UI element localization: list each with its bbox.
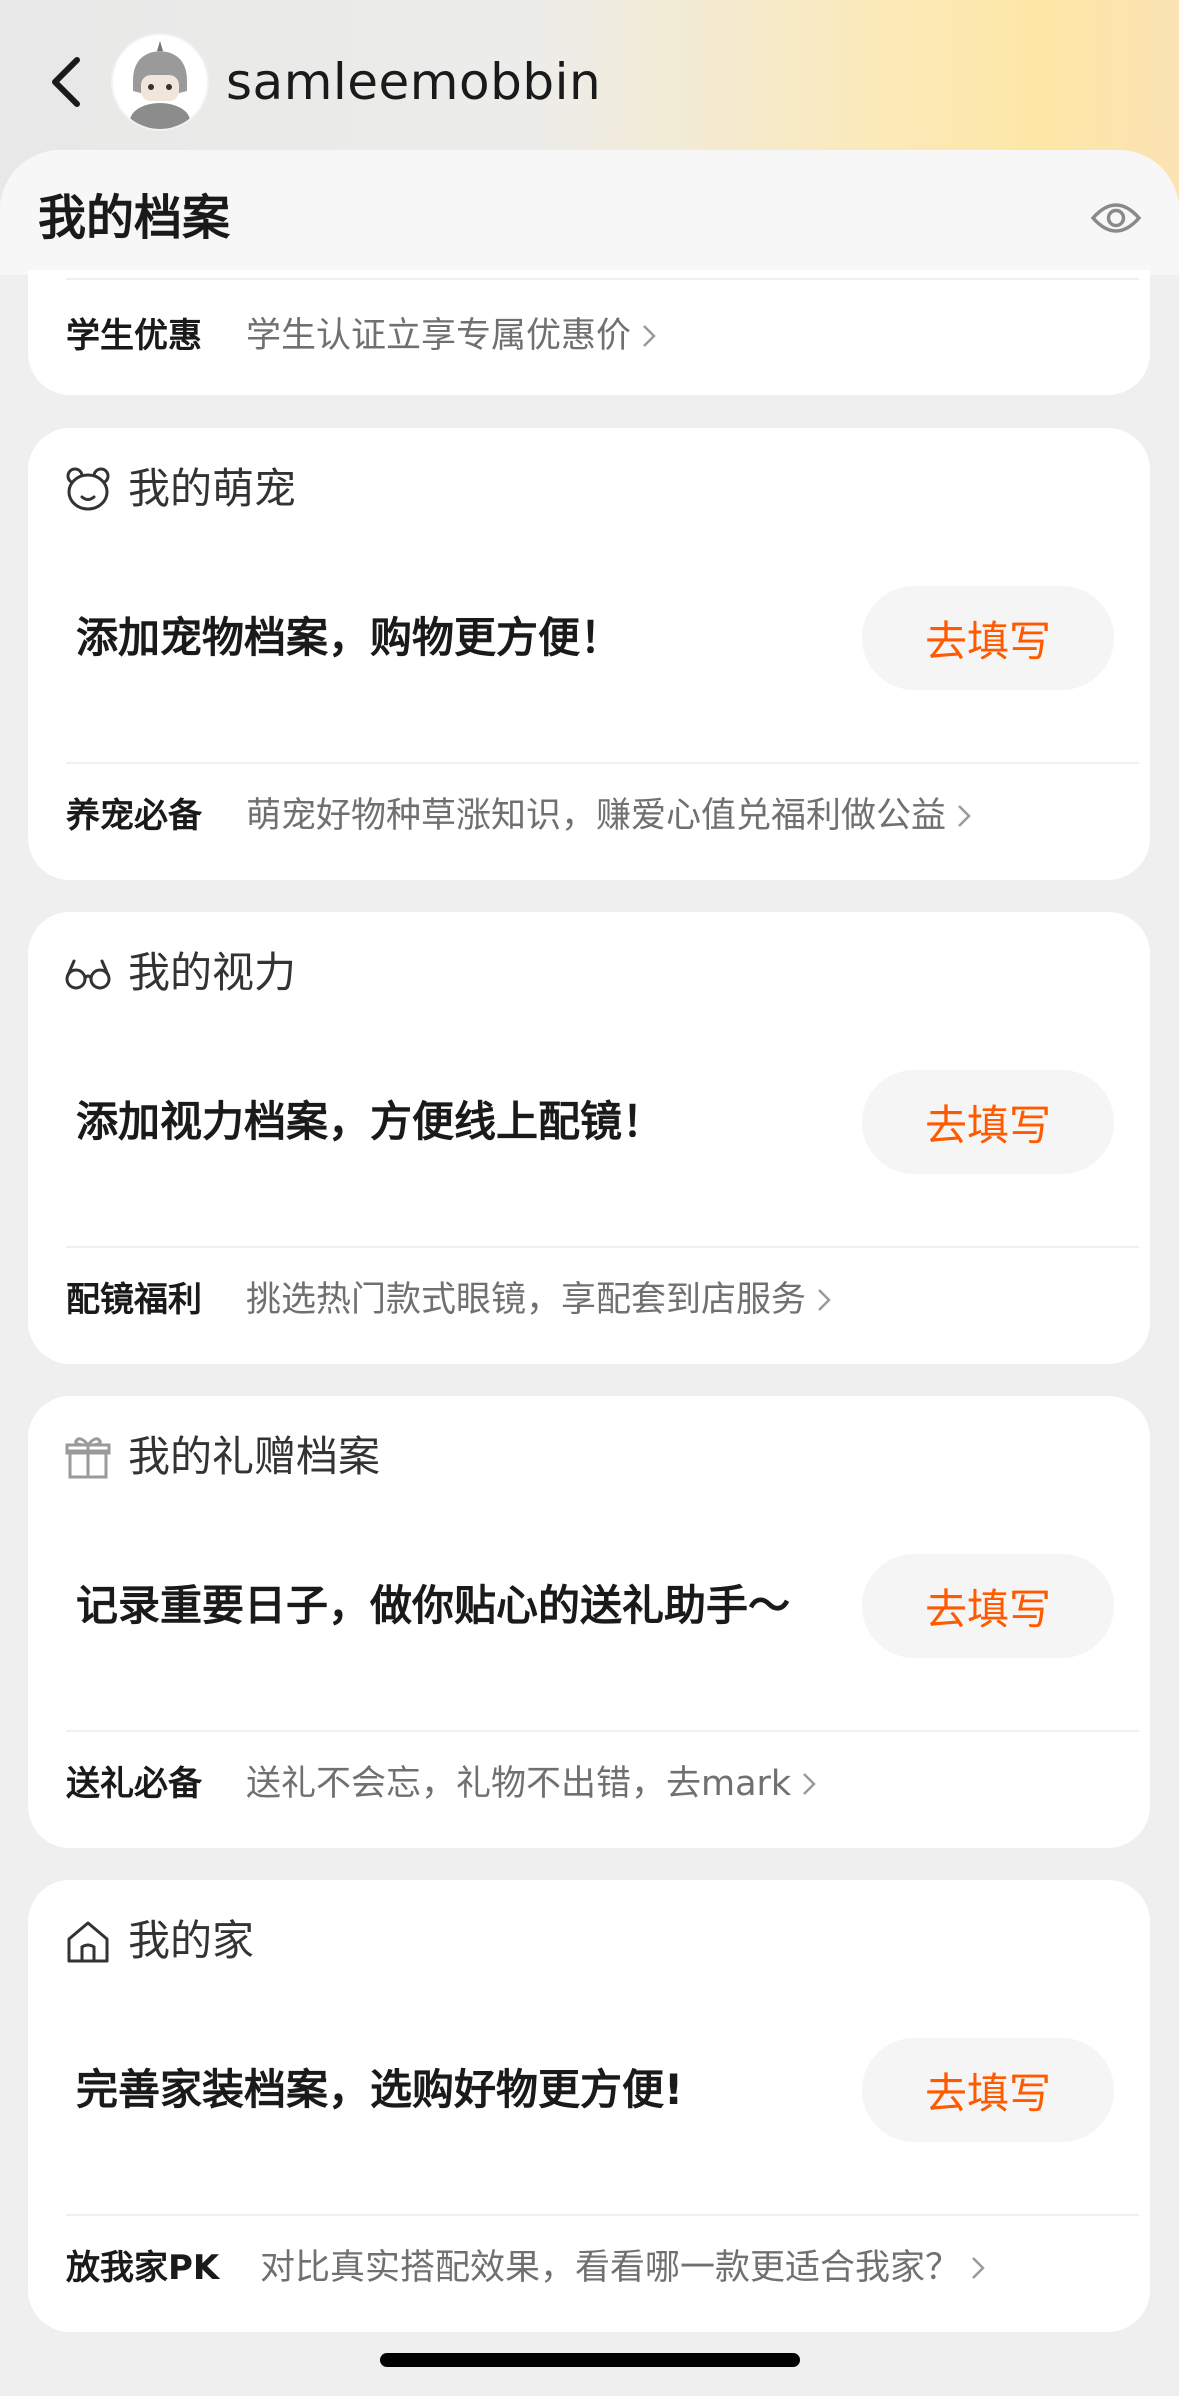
card-title: 我的视力: [128, 948, 297, 997]
card-footer-link[interactable]: 挑选热门款式眼镜，享配套到店服务: [246, 1276, 832, 1324]
chevron-right-icon: [958, 805, 971, 827]
back-arrow-icon[interactable]: [40, 52, 90, 112]
home-profile-card: 我的家 完善家装档案，选购好物更方便! 去填写 放我家PK 对比真实搭配效果，看…: [28, 1880, 1150, 2332]
avatar[interactable]: [113, 35, 207, 129]
card-prompt: 添加视力档案，方便线上配镜！: [76, 1097, 665, 1146]
card-header: 我的家: [64, 1910, 254, 1972]
card-header: 我的视力: [64, 942, 296, 1004]
student-discount-label: 学生优惠: [66, 316, 202, 356]
bear-icon: [64, 465, 112, 513]
card-header: 我的萌宠: [64, 458, 296, 520]
card-header: 我的礼赠档案: [64, 1426, 380, 1488]
eye-icon[interactable]: [1088, 188, 1144, 248]
card-footer-link[interactable]: 萌宠好物种草涨知识，赚爱心值兑福利做公益: [246, 792, 972, 840]
divider: [66, 1730, 1139, 1732]
card-footer-label: 放我家PK: [66, 2248, 220, 2288]
home-indicator: [380, 2353, 800, 2367]
card-footer-desc: 送礼不会忘，礼物不出错，去mark: [246, 1764, 792, 1804]
chevron-right-icon: [818, 1289, 831, 1311]
chevron-right-icon: [803, 1773, 816, 1795]
card-title: 我的萌宠: [128, 464, 297, 513]
card-prompt: 记录重要日子，做你贴心的送礼助手～: [76, 1581, 791, 1630]
divider: [66, 278, 1139, 280]
card-footer-desc: 对比真实搭配效果，看看哪一款更适合我家？: [260, 2248, 961, 2288]
fill-in-button[interactable]: 去填写: [862, 1554, 1114, 1658]
home-icon: [64, 1917, 112, 1965]
fill-in-button[interactable]: 去填写: [862, 586, 1114, 690]
vision-profile-card: 我的视力 添加视力档案，方便线上配镜！ 去填写 配镜福利 挑选热门款式眼镜，享配…: [28, 912, 1150, 1364]
glasses-icon: [64, 949, 112, 997]
card-footer-link[interactable]: 送礼不会忘，礼物不出错，去mark: [246, 1760, 817, 1808]
gift-icon: [64, 1433, 112, 1481]
card-footer-link[interactable]: 对比真实搭配效果，看看哪一款更适合我家？: [260, 2244, 986, 2292]
chevron-right-icon: [972, 2257, 985, 2279]
fill-in-button[interactable]: 去填写: [862, 1070, 1114, 1174]
card-footer-label: 配镜福利: [66, 1280, 202, 1320]
divider: [66, 1246, 1139, 1248]
card-footer-desc: 萌宠好物种草涨知识，赚爱心值兑福利做公益: [246, 796, 947, 836]
gift-profile-card: 我的礼赠档案 记录重要日子，做你贴心的送礼助手～ 去填写 送礼必备 送礼不会忘，…: [28, 1396, 1150, 1848]
student-discount-desc: 学生认证立享专属优惠价: [246, 316, 632, 356]
chevron-right-icon: [643, 325, 656, 347]
divider: [66, 2214, 1139, 2216]
page-title: 我的档案: [38, 190, 231, 246]
pet-profile-card: 我的萌宠 添加宠物档案，购物更方便！ 去填写 养宠必备 萌宠好物种草涨知识，赚爱…: [28, 428, 1150, 880]
card-title: 我的礼赠档案: [128, 1432, 381, 1481]
student-discount-card[interactable]: 学生优惠 学生认证立享专属优惠价: [28, 270, 1150, 395]
divider: [66, 762, 1139, 764]
card-prompt: 添加宠物档案，购物更方便！: [76, 613, 623, 662]
card-title: 我的家: [128, 1916, 255, 1965]
card-prompt: 完善家装档案，选购好物更方便!: [76, 2065, 684, 2114]
card-footer-label: 送礼必备: [66, 1764, 202, 1804]
card-footer-label: 养宠必备: [66, 796, 202, 836]
username: samleemobbin: [226, 53, 602, 111]
student-discount-link[interactable]: 学生认证立享专属优惠价: [246, 312, 657, 360]
fill-in-button[interactable]: 去填写: [862, 2038, 1114, 2142]
card-footer-desc: 挑选热门款式眼镜，享配套到店服务: [246, 1280, 807, 1320]
